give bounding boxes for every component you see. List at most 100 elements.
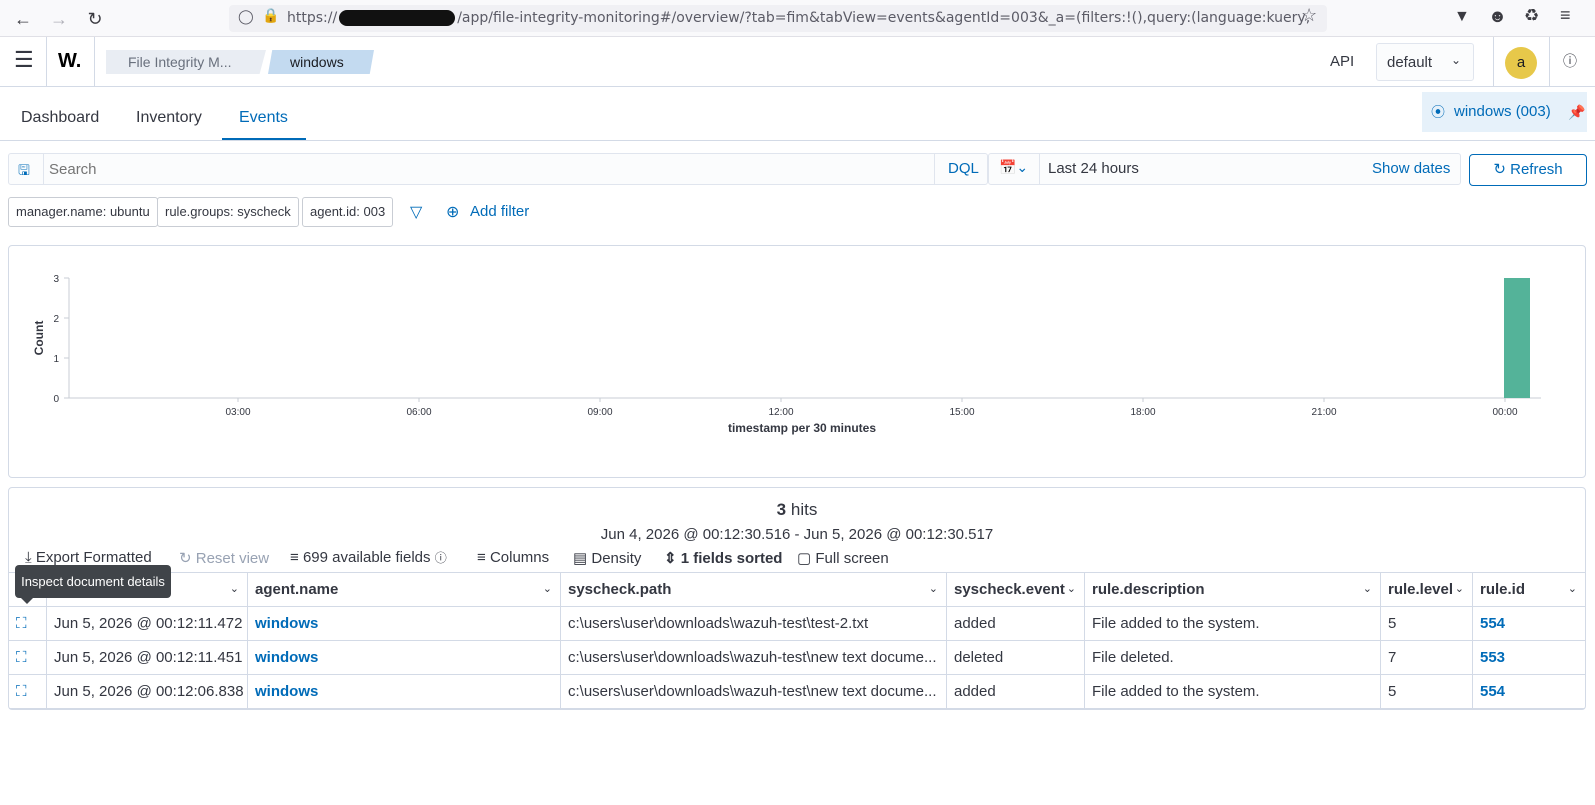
table-cell-rule-id-link[interactable]: 553 (1473, 641, 1585, 675)
refresh-button[interactable]: ↻ Refresh (1469, 154, 1587, 186)
inspect-icon: ⛶ (16, 649, 27, 666)
chevron-down-icon[interactable]: ⌄ (1363, 573, 1372, 606)
table-cell-timestamp: Jun 5, 2026 @ 00:12:06.838 (47, 675, 248, 709)
column-header-rule-description[interactable]: rule.description ⌄ (1085, 573, 1381, 607)
date-picker: 📅⌄ Last 24 hours Show dates (988, 153, 1461, 185)
y-tick-label: 3 (53, 274, 59, 285)
sort-fields-button[interactable]: ⇕ 1 fields sorted (664, 549, 782, 567)
table-cell-event: added (947, 675, 1085, 709)
tab-events[interactable]: Events (239, 109, 288, 127)
chevron-down-icon[interactable]: ⌄ (543, 573, 552, 606)
divider (934, 154, 935, 184)
table-cell-event: added (947, 607, 1085, 641)
table-cell-level: 7 (1381, 641, 1473, 675)
column-header-rule-level[interactable]: rule.level ⌄ (1381, 573, 1473, 607)
table-cell-rule-id-link[interactable]: 554 (1473, 675, 1585, 709)
add-filter-plus-icon[interactable]: ⊕ (446, 202, 459, 222)
column-header-rule-id[interactable]: rule.id ⌄ (1473, 573, 1585, 607)
divider (46, 37, 47, 87)
download-icon: ⤓ (25, 549, 32, 566)
inspect-document-button[interactable]: ⛶ (9, 641, 47, 675)
inspect-icon: ⛶ (16, 683, 27, 700)
chevron-down-icon[interactable]: ⌄ (929, 573, 938, 606)
table-cell-description: File deleted. (1085, 641, 1381, 675)
hits-label: hits (790, 500, 818, 519)
extensions-icon[interactable]: ♻ (1524, 6, 1539, 26)
calendar-icon[interactable]: 📅⌄ (999, 159, 1028, 176)
table-cell-timestamp: Jun 5, 2026 @ 00:12:11.451 (47, 641, 248, 675)
back-icon[interactable]: ← (12, 8, 34, 30)
filter-pill-agent-id[interactable]: agent.id: 003 (302, 197, 394, 227)
saved-query-icon[interactable]: 🖫 (18, 160, 30, 184)
density-label: Density (591, 550, 642, 567)
column-header-label: rule.level (1388, 581, 1454, 598)
wazuh-logo[interactable]: W. (58, 50, 81, 73)
column-header-syscheck-event[interactable]: syscheck.event ⌄ (947, 573, 1085, 607)
column-header-syscheck-path[interactable]: syscheck.path ⌄ (561, 573, 947, 607)
pocket-icon[interactable]: ▼ (1454, 8, 1470, 26)
url-prefix: https:// (287, 10, 338, 26)
tooltip-arrow (20, 597, 34, 604)
date-range-label[interactable]: Last 24 hours (1048, 160, 1139, 177)
refresh-label: Refresh (1510, 161, 1563, 178)
chevron-down-icon[interactable]: ⌄ (1455, 573, 1464, 606)
reset-icon: ↻ (179, 550, 192, 567)
avatar[interactable]: a (1505, 47, 1537, 79)
table-cell-agent-link[interactable]: windows (248, 675, 561, 709)
reload-icon[interactable]: ↻ (84, 8, 106, 30)
query-language-button[interactable]: DQL (948, 160, 979, 177)
chevron-down-icon[interactable]: ⌄ (230, 573, 239, 606)
inspect-document-button[interactable]: ⛶ (9, 675, 47, 709)
inspect-document-button[interactable]: ⛶ (9, 607, 47, 641)
table-cell-path: c:\users\user\downloads\wazuh-test\new t… (561, 641, 947, 675)
pin-icon[interactable]: 📌 (1568, 92, 1585, 132)
full-screen-button[interactable]: ▢ Full screen (797, 549, 889, 567)
url-redaction (339, 10, 456, 26)
hamburger-menu-icon[interactable]: ☰ (14, 47, 34, 73)
reset-view-button[interactable]: ↻ Reset view (179, 549, 269, 567)
api-link[interactable]: API (1330, 53, 1354, 70)
filter-pill-rule-groups[interactable]: rule.groups: syscheck (157, 197, 299, 227)
agent-selector[interactable]: ⦿ windows (003) 📌 (1422, 92, 1587, 132)
url-bar[interactable]: https:// /app/file-integrity-monitoring#/… (229, 5, 1327, 32)
filter-pill-manager[interactable]: manager.name: ubuntu (8, 197, 158, 227)
search-input[interactable] (49, 156, 929, 182)
export-formatted-button[interactable]: ⤓ Export Formatted (25, 549, 152, 566)
chevron-down-icon[interactable]: ⌄ (1067, 573, 1076, 606)
density-button[interactable]: ▤ Density (573, 549, 641, 567)
inspect-icon: ⛶ (16, 615, 27, 632)
add-filter-button[interactable]: Add filter (470, 203, 529, 220)
shield-icon[interactable]: ◯ (238, 8, 254, 25)
divider (1039, 154, 1040, 184)
help-icon[interactable]: ⓘ (1563, 51, 1577, 71)
forward-icon[interactable]: → (48, 8, 70, 30)
breadcrumb-agent[interactable]: windows (268, 50, 374, 74)
filter-funnel-icon[interactable]: ▽ (410, 202, 422, 222)
sorted-label: 1 fields sorted (680, 550, 783, 567)
tab-dashboard[interactable]: Dashboard (21, 109, 99, 127)
space-select[interactable]: default ⌄ (1376, 43, 1474, 81)
breadcrumb-module[interactable]: File Integrity M... (106, 50, 266, 74)
table-cell-agent-link[interactable]: windows (248, 641, 561, 675)
table-cell-path: c:\users\user\downloads\wazuh-test\test-… (561, 607, 947, 641)
x-tick-label: 06:00 (406, 407, 431, 418)
histogram-chart: 0 1 2 3 03:00 06:00 09:00 12:00 15:00 18:00 21:00 0… (32, 274, 1541, 435)
x-axis-title: timestamp per 30 minutes (728, 421, 876, 435)
show-dates-button[interactable]: Show dates (1372, 160, 1450, 177)
menu-icon[interactable]: ≡ (1560, 5, 1571, 26)
table-cell-path: c:\users\user\downloads\wazuh-test\new t… (561, 675, 947, 709)
table-cell-agent-link[interactable]: windows (248, 607, 561, 641)
x-tick-label: 09:00 (587, 407, 612, 418)
available-fields-button[interactable]: ≡ 699 available fields ⓘ (290, 549, 447, 566)
column-header-label: syscheck.event (954, 581, 1065, 598)
table-cell-rule-id-link[interactable]: 554 (1473, 607, 1585, 641)
x-tick-label: 12:00 (768, 407, 793, 418)
columns-button[interactable]: ≡ Columns (477, 549, 549, 566)
chevron-down-icon[interactable]: ⌄ (1568, 573, 1577, 606)
tab-inventory[interactable]: Inventory (136, 109, 202, 127)
account-icon[interactable]: ☻ (1488, 6, 1507, 27)
lock-icon[interactable]: 🔒 (262, 7, 279, 24)
x-tick-label: 15:00 (949, 407, 974, 418)
bookmark-star-icon[interactable]: ☆ (1301, 5, 1317, 26)
column-header-agent-name[interactable]: agent.name ⌄ (248, 573, 561, 607)
